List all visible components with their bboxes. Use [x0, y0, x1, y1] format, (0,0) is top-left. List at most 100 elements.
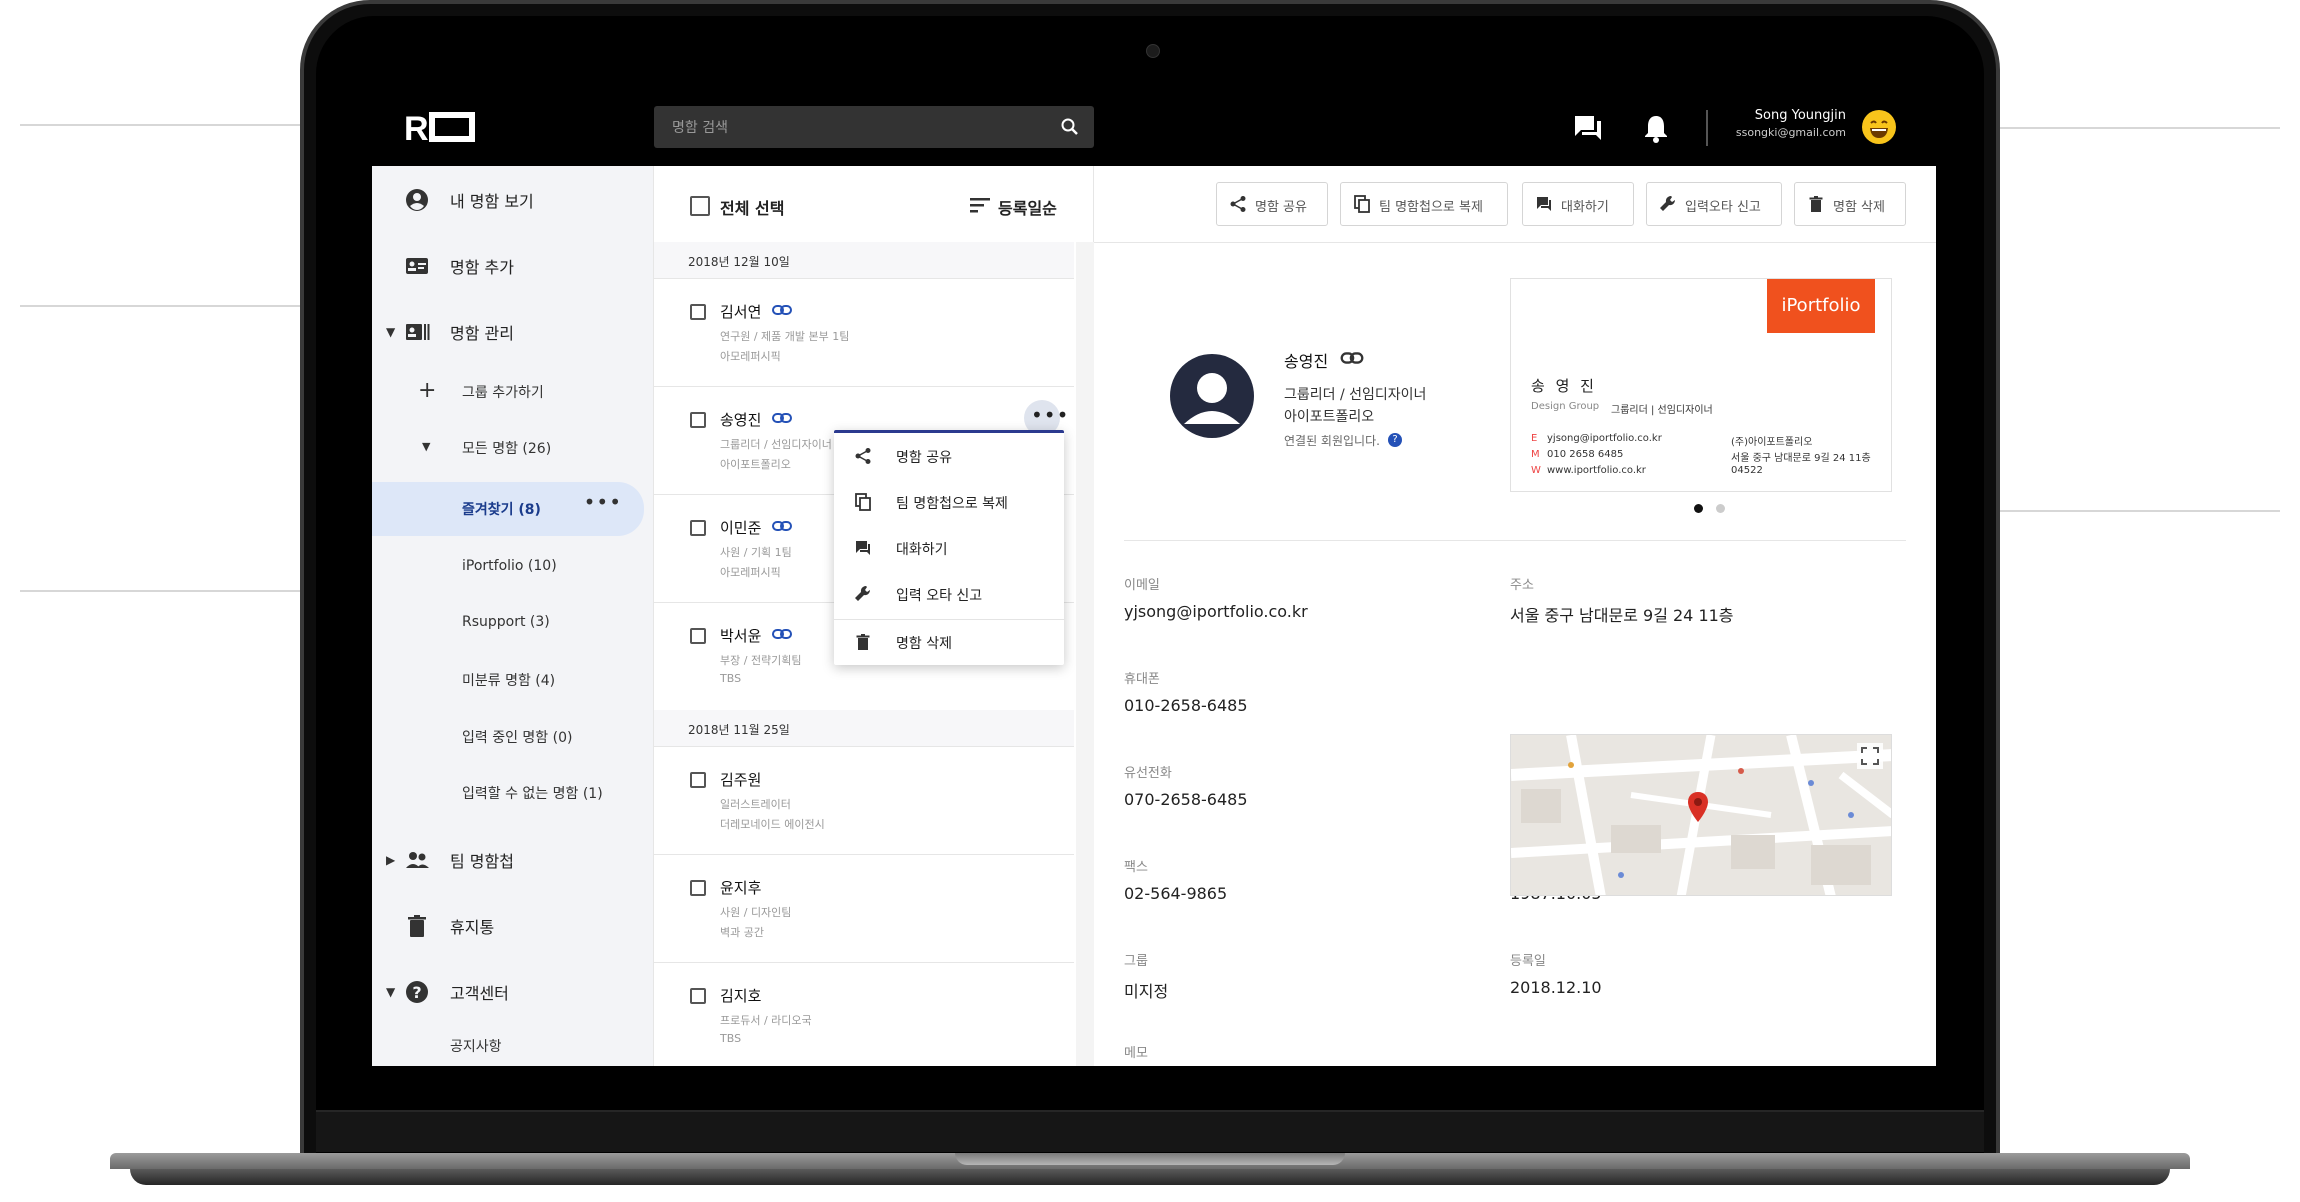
card-checkbox[interactable]: [690, 880, 706, 896]
copy-to-team-button[interactable]: 팀 명함첩으로 복제: [1340, 182, 1508, 226]
sort-icon[interactable]: [970, 196, 992, 214]
sidebar-item-unreadable[interactable]: 입력할 수 없는 명함 (1): [372, 769, 654, 817]
search-icon[interactable]: [1060, 117, 1080, 137]
list-scrollbar[interactable]: [1076, 242, 1094, 1066]
business-card-name: 송 영 진: [1531, 377, 1597, 395]
menu-item-delete[interactable]: 명함 삭제: [834, 619, 1064, 665]
list-item[interactable]: 김주원 일러스트레이터 더레모네이드 에이전시: [654, 746, 1074, 855]
business-card-dept: Design Group: [1531, 401, 1600, 412]
link-icon: [1340, 352, 1364, 364]
sidebar-item-rsupport[interactable]: Rsupport (3): [372, 600, 654, 648]
sidebar-item-all-cards[interactable]: ▼ 모든 명함 (26): [372, 424, 654, 472]
menu-item-copy-to-team[interactable]: 팀 명함첩으로 복제: [834, 479, 1064, 525]
date-section-header: 2018년 12월 10일: [654, 242, 1074, 279]
delete-card-button[interactable]: 명함 삭제: [1794, 182, 1906, 226]
button-label: 입력오타 신고: [1685, 200, 1761, 215]
caret-down-icon[interactable]: ▼: [386, 985, 395, 999]
more-icon[interactable]: •••: [584, 490, 622, 514]
menu-item-label: 대화하기: [896, 542, 948, 558]
chat-button[interactable]: 대화하기: [1522, 182, 1634, 226]
button-label: 팀 명함첩으로 복제: [1379, 200, 1483, 215]
sort-label[interactable]: 등록일순: [998, 195, 1057, 219]
link-icon: [772, 305, 792, 315]
report-typo-button[interactable]: 입력오타 신고: [1646, 182, 1782, 226]
sidebar-item-label: 입력할 수 없는 명함 (1): [462, 786, 603, 802]
svg-text:?: ?: [412, 983, 421, 1002]
people-icon: [406, 852, 429, 868]
card-checkbox[interactable]: [690, 304, 706, 320]
list-item[interactable]: 김서연 연구원 / 제품 개발 본부 1팀 아모레퍼시픽: [654, 278, 1074, 387]
add-group-button[interactable]: + 그룹 추가하기: [372, 368, 654, 416]
sidebar-item-label: 팀 명함첩: [450, 852, 514, 871]
business-card-email: yjsong@iportfolio.co.kr: [1547, 433, 1662, 444]
mobile-label: 휴대폰: [1124, 672, 1160, 687]
info-icon[interactable]: ?: [1388, 433, 1402, 447]
share-icon: [1230, 196, 1246, 212]
topbar-divider: [1706, 110, 1708, 146]
select-all-checkbox[interactable]: [690, 196, 710, 216]
sidebar-item-notice[interactable]: 공지사항: [372, 1022, 654, 1066]
sidebar-item-manage-cards[interactable]: ▼ 명함 관리: [372, 306, 654, 356]
trash-icon: [856, 634, 870, 650]
phone-label: 유선전화: [1124, 766, 1172, 781]
search-input[interactable]: [670, 106, 1054, 150]
list-item[interactable]: 김지호 프로듀서 / 라디오국 TBS: [654, 962, 1074, 1066]
sidebar-item-trash[interactable]: 휴지통: [372, 900, 654, 950]
caret-right-icon[interactable]: ▶: [386, 853, 395, 867]
menu-item-report-typo[interactable]: 입력 오타 신고: [834, 571, 1064, 617]
share-card-button[interactable]: 명함 공유: [1216, 182, 1328, 226]
sidebar-item-label: 그룹 추가하기: [462, 385, 544, 401]
card-checkbox[interactable]: [690, 520, 706, 536]
fullscreen-icon[interactable]: [1857, 743, 1883, 769]
sidebar-item-in-progress[interactable]: 입력 중인 명함 (0): [372, 713, 654, 761]
business-card-image[interactable]: iPortfolio 송 영 진 Design Group 그룹리더 | 선임디…: [1510, 278, 1892, 492]
sidebar-item-my-card[interactable]: 내 명함 보기: [372, 174, 654, 224]
sidebar-item-label: 미분류 명함 (4): [462, 673, 556, 689]
address-map[interactable]: [1510, 734, 1892, 896]
app-screen: R Song Youngjin ssongki@gmail.com: [372, 90, 1936, 1066]
link-icon: [772, 629, 792, 639]
phone-value[interactable]: 070-2658-6485: [1124, 790, 1248, 809]
card-checkbox[interactable]: [690, 988, 706, 1004]
sidebar-item-team-cards[interactable]: ▶ 팀 명함첩: [372, 834, 654, 884]
user-name: Song Youngjin: [1754, 108, 1846, 123]
fax-label: 팩스: [1124, 860, 1148, 875]
caret-down-icon[interactable]: ▼: [422, 440, 430, 453]
app-logo[interactable]: R: [404, 110, 484, 144]
sidebar-item-label: 입력 중인 명함 (0): [462, 730, 573, 746]
mobile-value[interactable]: 010-2658-6485: [1124, 696, 1248, 715]
user-avatar[interactable]: [1862, 110, 1896, 144]
card-checkbox[interactable]: [690, 772, 706, 788]
email-value[interactable]: yjsong@iportfolio.co.kr: [1124, 602, 1308, 621]
chat-icon[interactable]: [1570, 110, 1606, 146]
section-date: 2018년 11월 25일: [688, 723, 790, 737]
sidebar-item-iportfolio[interactable]: iPortfolio (10): [372, 544, 654, 592]
laptop-base-lip: [130, 1169, 2170, 1185]
sidebar-item-label: Rsupport (3): [462, 614, 550, 630]
menu-item-label: 입력 오타 신고: [896, 588, 983, 604]
card-title: 일러스트레이터: [720, 798, 791, 811]
bell-icon[interactable]: [1638, 110, 1674, 146]
search-box[interactable]: [654, 106, 1094, 150]
list-item[interactable]: 윤지후 사원 / 디자인팀 벽과 공간: [654, 854, 1074, 963]
sidebar-item-unclassified[interactable]: 미분류 명함 (4): [372, 656, 654, 704]
menu-item-share[interactable]: 명함 공유: [834, 433, 1064, 479]
copy-icon: [855, 493, 871, 511]
menu-item-chat[interactable]: 대화하기: [834, 525, 1064, 571]
user-email: ssongki@gmail.com: [1735, 126, 1846, 139]
card-title: 연구원 / 제품 개발 본부 1팀: [720, 330, 850, 343]
sidebar: 내 명함 보기 명함 추가 ▼ 명함 관리 + 그룹 추가하기 ▼ 모든 명함 …: [372, 166, 654, 1066]
more-icon: •••: [1031, 403, 1070, 427]
contact-title: 그룹리더 / 선임디자이너: [1284, 387, 1427, 403]
caret-down-icon[interactable]: ▼: [386, 325, 395, 339]
card-checkbox[interactable]: [690, 412, 706, 428]
card-page-dot[interactable]: [1716, 504, 1725, 513]
sidebar-item-label: 모든 명함 (26): [462, 441, 552, 457]
sidebar-item-support[interactable]: ▼ ? 고객센터: [372, 966, 654, 1016]
sidebar-item-add-card[interactable]: 명함 추가: [372, 240, 654, 290]
card-page-dot-active[interactable]: [1694, 504, 1703, 513]
card-name: 송영진: [720, 411, 762, 429]
sidebar-item-favorites[interactable]: 즐겨찾기 (8) •••: [372, 482, 644, 536]
card-company: TBS: [720, 672, 742, 685]
card-checkbox[interactable]: [690, 628, 706, 644]
